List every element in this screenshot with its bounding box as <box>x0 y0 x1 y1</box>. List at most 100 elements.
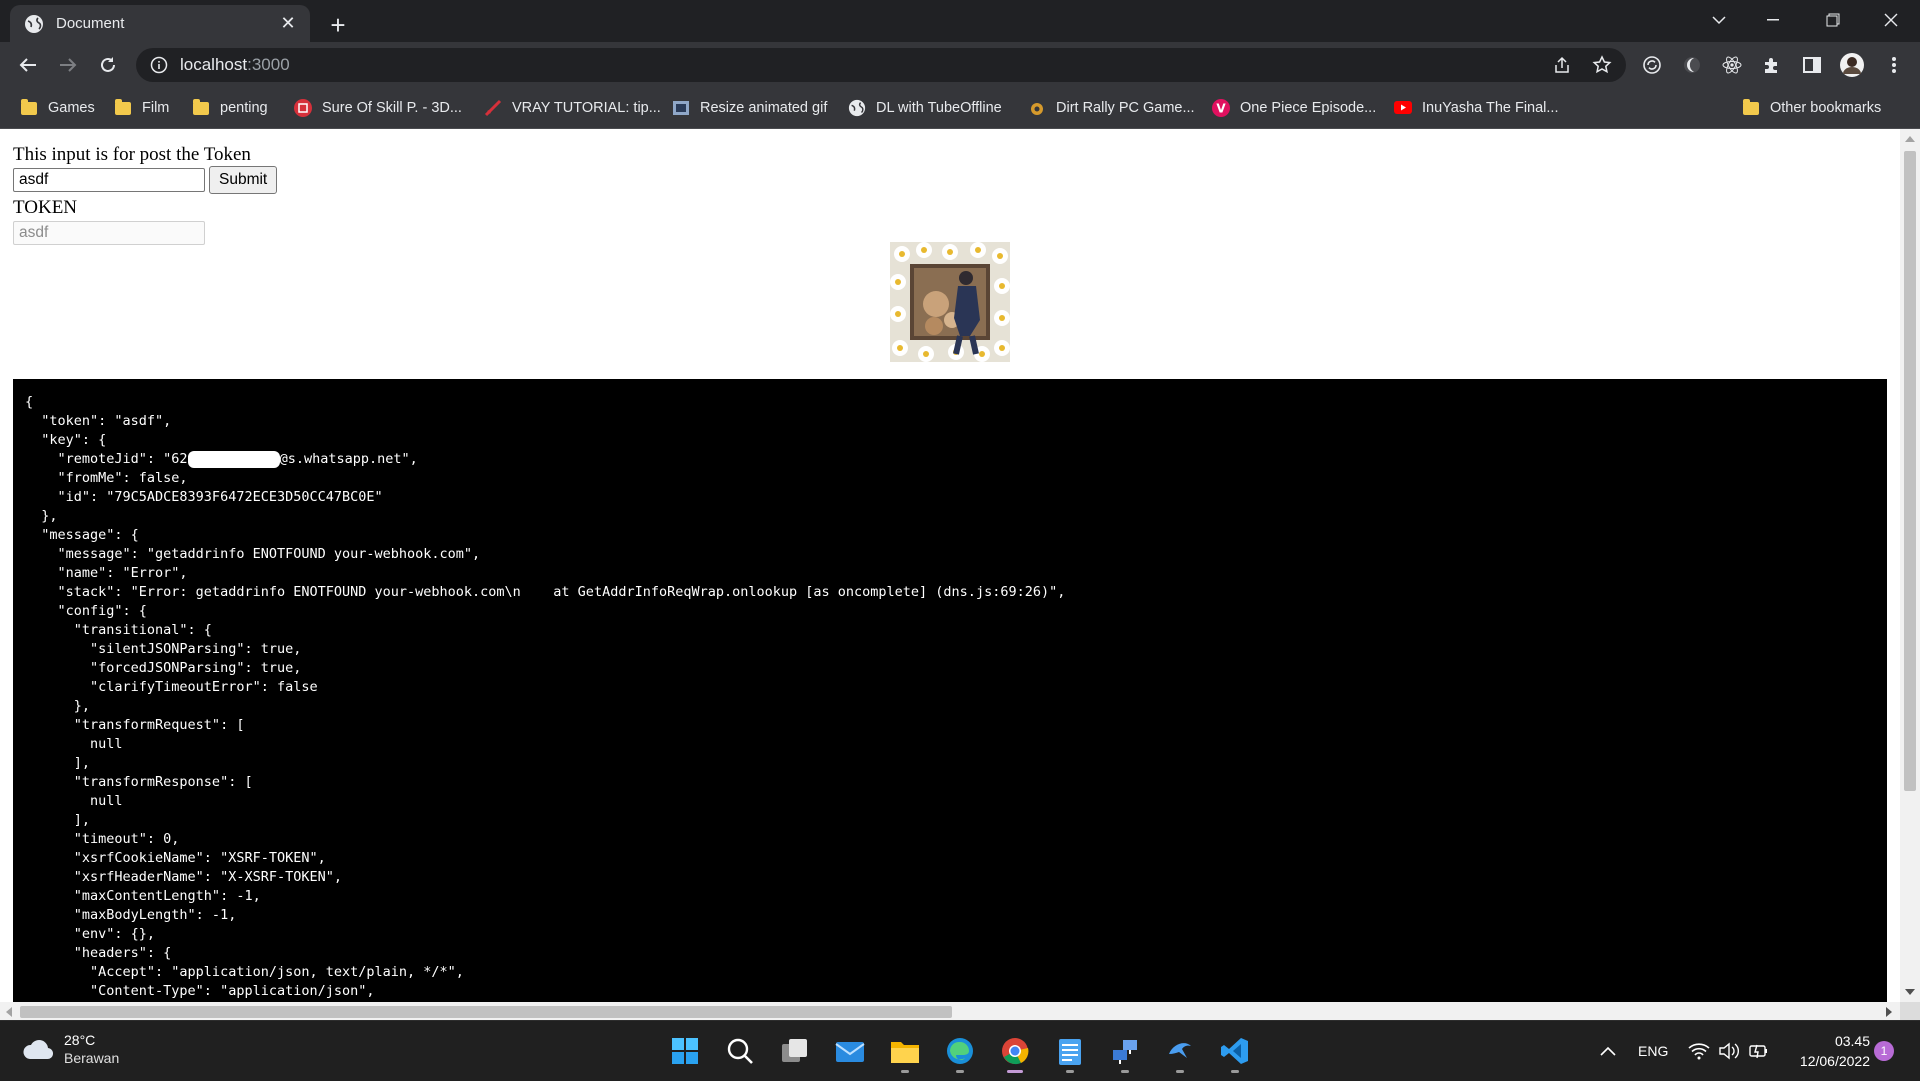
dolphin-icon <box>1169 1043 1191 1058</box>
vertical-scroll-thumb[interactable] <box>1904 151 1916 791</box>
redacted-phone <box>187 450 280 468</box>
horizontal-scrollbar[interactable] <box>0 1002 1900 1020</box>
cloud-icon <box>23 1040 54 1060</box>
clock-date: 12/06/2022 <box>1799 1053 1870 1069</box>
site-icon <box>1028 99 1046 117</box>
svg-text:V: V <box>1216 102 1226 116</box>
token-form: This input is for post the Token asdf Su… <box>13 143 278 245</box>
task-view-icon <box>782 1039 807 1062</box>
profile-avatar[interactable] <box>1838 51 1866 79</box>
vscode-icon <box>1221 1038 1248 1064</box>
browser-toolbar: localhost:3000 <box>0 42 1920 88</box>
reload-button[interactable] <box>92 49 124 81</box>
system-clock[interactable]: 03.45 12/06/2022 <box>1786 1031 1870 1071</box>
mail-icon <box>835 1042 865 1062</box>
chrome-app[interactable] <box>993 1029 1037 1073</box>
bookmark-resize-gif[interactable]: Resize animated gif <box>672 96 827 120</box>
folder-icon <box>114 98 132 117</box>
globe-icon <box>848 99 866 117</box>
scroll-down-arrow-icon[interactable] <box>1905 989 1915 996</box>
side-panel-icon[interactable] <box>1798 51 1826 79</box>
start-button[interactable] <box>663 1029 707 1073</box>
remote-desktop-app[interactable] <box>1103 1029 1147 1073</box>
other-bookmarks[interactable]: Other bookmarks <box>1742 96 1881 120</box>
windows-taskbar: 28°C Berawan ENG 03.45 12/06/2022 1 <box>0 1020 1920 1081</box>
bookmark-one-piece[interactable]: V One Piece Episode... <box>1212 96 1376 120</box>
show-hidden-icons-button[interactable] <box>1600 1021 1616 1081</box>
search-button[interactable] <box>718 1029 762 1073</box>
site-icon <box>672 99 690 117</box>
dolphin-app[interactable] <box>1158 1029 1202 1073</box>
scroll-right-arrow-icon[interactable] <box>1886 1007 1893 1017</box>
address-bar[interactable]: localhost:3000 <box>136 48 1626 82</box>
vertical-scrollbar[interactable] <box>1900 129 1920 1002</box>
menu-kebab-icon[interactable] <box>1880 51 1908 79</box>
bookmarks-bar: Games Film penting Sure Of Skill P. - 3D… <box>0 88 1920 129</box>
clock-time: 03.45 <box>1834 1033 1870 1049</box>
json-text: { "token": "asdf", "key": { "remoteJid":… <box>25 394 1066 999</box>
weather-widget[interactable]: 28°C Berawan <box>22 1031 119 1067</box>
folder-icon <box>1742 98 1760 117</box>
edge-app[interactable] <box>938 1029 982 1073</box>
close-tab-icon[interactable]: ✕ <box>274 10 302 38</box>
folder-icon <box>20 98 38 117</box>
notification-badge[interactable]: 1 <box>1874 1041 1894 1061</box>
file-explorer-app[interactable] <box>883 1029 927 1073</box>
weather-condition: Berawan <box>64 1050 120 1066</box>
bookmark-star-icon[interactable] <box>1588 51 1616 79</box>
profile-picture <box>890 242 1010 362</box>
close-window-button[interactable] <box>1866 0 1916 40</box>
tab-document[interactable]: Document ✕ <box>10 5 310 42</box>
forward-button[interactable] <box>52 49 84 81</box>
folder-icon <box>891 1042 919 1063</box>
youtube-icon <box>1394 99 1412 117</box>
battery-icon[interactable] <box>1748 1021 1770 1081</box>
vscode-app[interactable] <box>1213 1029 1257 1073</box>
network-computers-icon <box>1113 1040 1137 1064</box>
notepad-icon <box>1059 1039 1081 1065</box>
sync-extension-icon[interactable] <box>1638 51 1666 79</box>
wifi-icon[interactable] <box>1688 1021 1710 1081</box>
scroll-left-arrow-icon[interactable] <box>5 1007 12 1017</box>
token-input[interactable]: asdf <box>13 168 205 192</box>
mail-app[interactable] <box>828 1029 872 1073</box>
edge-icon <box>947 1038 973 1064</box>
scroll-up-arrow-icon[interactable] <box>1905 135 1915 142</box>
weather-temperature: 28°C <box>64 1032 96 1048</box>
back-button[interactable] <box>12 49 44 81</box>
minimize-button[interactable] <box>1748 0 1798 40</box>
response-json-output: { "token": "asdf", "key": { "remoteJid":… <box>13 379 1887 1002</box>
bookmark-dirt-rally[interactable]: Dirt Rally PC Game... <box>1028 96 1195 120</box>
new-tab-button[interactable]: + <box>322 9 354 41</box>
share-icon[interactable] <box>1548 51 1576 79</box>
horizontal-scroll-thumb[interactable] <box>20 1006 952 1018</box>
bookmark-vray-tutorial[interactable]: VRAY TUTORIAL: tip... <box>484 96 661 120</box>
tab-strip: Document ✕ + <box>0 0 1920 42</box>
volume-icon[interactable] <box>1718 1021 1740 1081</box>
language-indicator[interactable]: ENG <box>1638 1021 1668 1081</box>
url-text[interactable]: localhost:3000 <box>180 55 290 75</box>
bookmark-penting[interactable]: penting <box>192 96 268 120</box>
notepad-app[interactable] <box>1048 1029 1092 1073</box>
bookmark-tubeoffline[interactable]: DL with TubeOffline <box>848 96 1002 120</box>
token-display-field: asdf <box>13 221 205 245</box>
react-devtools-icon[interactable] <box>1718 51 1746 79</box>
globe-icon <box>25 14 43 33</box>
dark-reader-extension-icon[interactable] <box>1678 51 1706 79</box>
folder-icon <box>192 98 210 117</box>
site-info-icon[interactable] <box>150 56 168 74</box>
token-heading: TOKEN <box>13 197 78 218</box>
tab-title: Document <box>56 15 125 32</box>
bookmark-games[interactable]: Games <box>20 96 95 120</box>
bookmark-sure-of-skill[interactable]: Sure Of Skill P. - 3D... <box>294 96 462 120</box>
post-token-label: This input is for post the Token <box>13 144 251 165</box>
site-icon <box>484 99 502 117</box>
extensions-puzzle-icon[interactable] <box>1758 51 1786 79</box>
submit-button[interactable]: Submit <box>209 166 278 194</box>
restore-button[interactable] <box>1808 0 1858 40</box>
site-icon <box>294 99 312 117</box>
bookmark-inuyasha[interactable]: InuYasha The Final... <box>1394 96 1559 120</box>
bookmark-film[interactable]: Film <box>114 96 169 120</box>
tab-search-chevron-icon[interactable] <box>1694 0 1744 40</box>
task-view-button[interactable] <box>773 1029 817 1073</box>
